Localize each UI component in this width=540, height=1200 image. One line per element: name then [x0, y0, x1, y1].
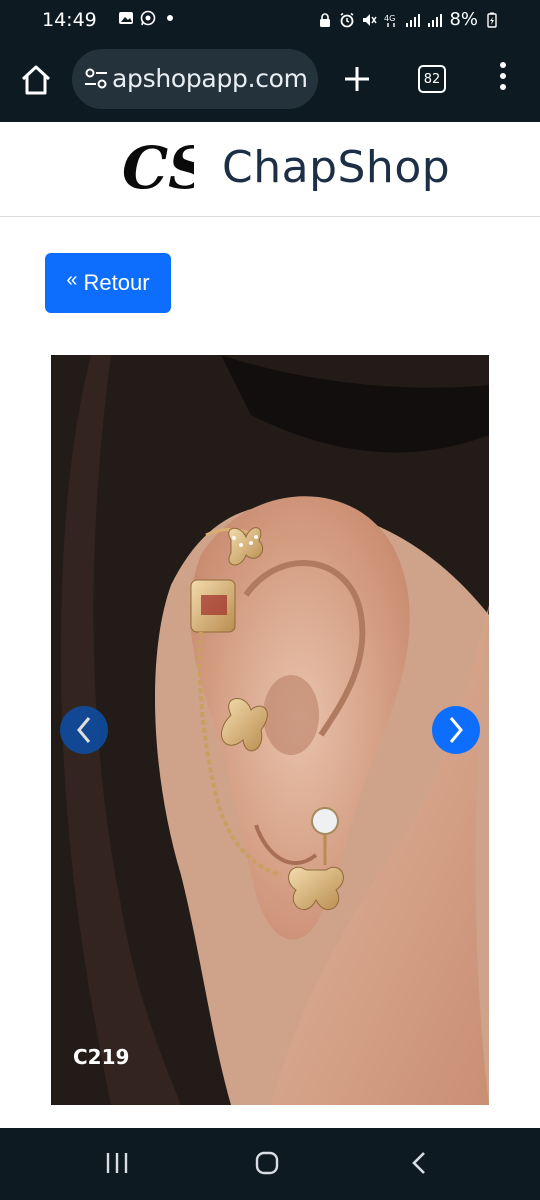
signal-icon: [406, 13, 421, 27]
address-bar[interactable]: apshopapp.com: [72, 49, 318, 109]
recent-apps-icon[interactable]: [104, 1150, 130, 1176]
new-tab-icon[interactable]: [342, 64, 372, 94]
site-header: CS ChapShop: [0, 122, 540, 217]
back-button[interactable]: « Retour: [45, 253, 171, 313]
alarm-icon: [340, 12, 354, 27]
whatsapp-icon: [140, 10, 156, 26]
status-system-icons: 4G 8%: [317, 9, 500, 30]
svg-text:CS: CS: [122, 136, 194, 198]
back-nav-icon[interactable]: [408, 1150, 430, 1176]
site-title[interactable]: ChapShop: [222, 142, 450, 193]
more-menu-icon[interactable]: [496, 62, 510, 96]
system-navigation-bar: [0, 1128, 540, 1200]
carousel-next-button[interactable]: [432, 706, 480, 754]
home-nav-icon[interactable]: [255, 1151, 279, 1175]
back-button-label: Retour: [83, 270, 150, 295]
url-text[interactable]: apshopapp.com: [112, 64, 308, 93]
svg-text:4G: 4G: [384, 14, 395, 23]
network-4g-icon: 4G: [384, 14, 396, 27]
gallery-icon: [119, 12, 133, 24]
double-chevron-left-icon: «: [66, 269, 78, 291]
chevron-right-icon: [449, 717, 463, 743]
battery-level: 8%: [449, 9, 478, 30]
product-carousel[interactable]: C219: [51, 355, 489, 1105]
browser-toolbar: apshopapp.com 82: [0, 40, 540, 122]
tab-switcher-button[interactable]: 82: [418, 65, 446, 93]
status-bar: 14:49 4G 8%: [0, 0, 540, 40]
product-code: C219: [73, 1045, 130, 1069]
tab-count: 82: [423, 71, 441, 87]
chevron-left-icon: [77, 717, 91, 743]
chapshop-logo[interactable]: CS: [120, 136, 194, 198]
lock-icon: [320, 12, 331, 27]
carousel-prev-button[interactable]: [60, 706, 108, 754]
home-icon[interactable]: [18, 62, 54, 98]
battery-charging-icon: [487, 12, 497, 28]
status-time: 14:49: [42, 9, 97, 31]
status-notification-icons: [118, 10, 178, 26]
product-image: [51, 355, 489, 1105]
site-settings-icon[interactable]: [84, 68, 108, 90]
mute-icon: [363, 13, 378, 26]
dot-icon: [167, 15, 173, 21]
signal-icon: [428, 13, 443, 27]
